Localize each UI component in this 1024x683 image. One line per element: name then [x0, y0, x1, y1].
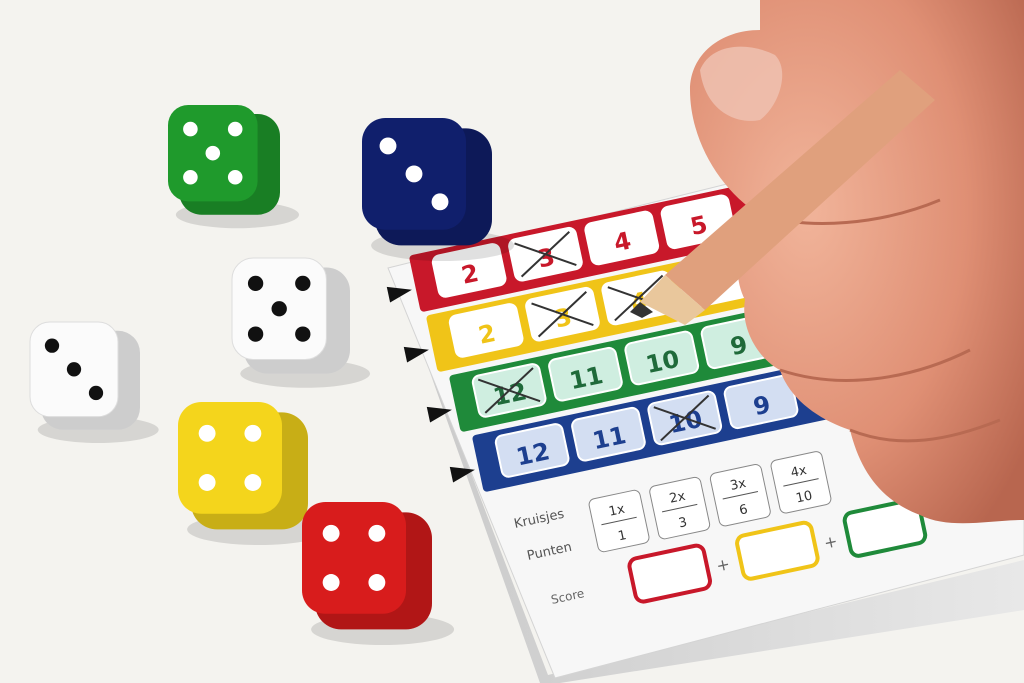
die-pip	[271, 301, 287, 317]
die-pip	[322, 524, 340, 542]
die-pip	[183, 121, 198, 137]
die-pip	[295, 275, 311, 292]
die-pip	[88, 385, 104, 401]
die-pip	[227, 121, 243, 137]
die-pip	[368, 574, 386, 591]
die-front-face	[302, 502, 406, 614]
die-pip	[227, 169, 243, 185]
die-pip	[379, 137, 397, 155]
die-pip	[247, 326, 264, 342]
die-pip	[205, 145, 221, 161]
die-pip	[405, 165, 423, 183]
die-pip	[198, 474, 216, 491]
die-pip	[244, 474, 262, 491]
die-pip	[244, 424, 262, 442]
die-pip	[322, 574, 340, 591]
die-pip	[295, 326, 311, 342]
die-pip	[183, 169, 198, 185]
die-pip	[247, 275, 264, 292]
die-pip	[44, 338, 60, 353]
die-pip	[66, 362, 82, 377]
die-pip	[368, 524, 386, 542]
die-pip	[431, 193, 449, 211]
dice-scorepad-scene: 2345234512111091211109 1x12x33x64x10 Kru…	[0, 0, 1024, 683]
die-front-face	[178, 402, 282, 514]
die-pip	[198, 424, 216, 442]
